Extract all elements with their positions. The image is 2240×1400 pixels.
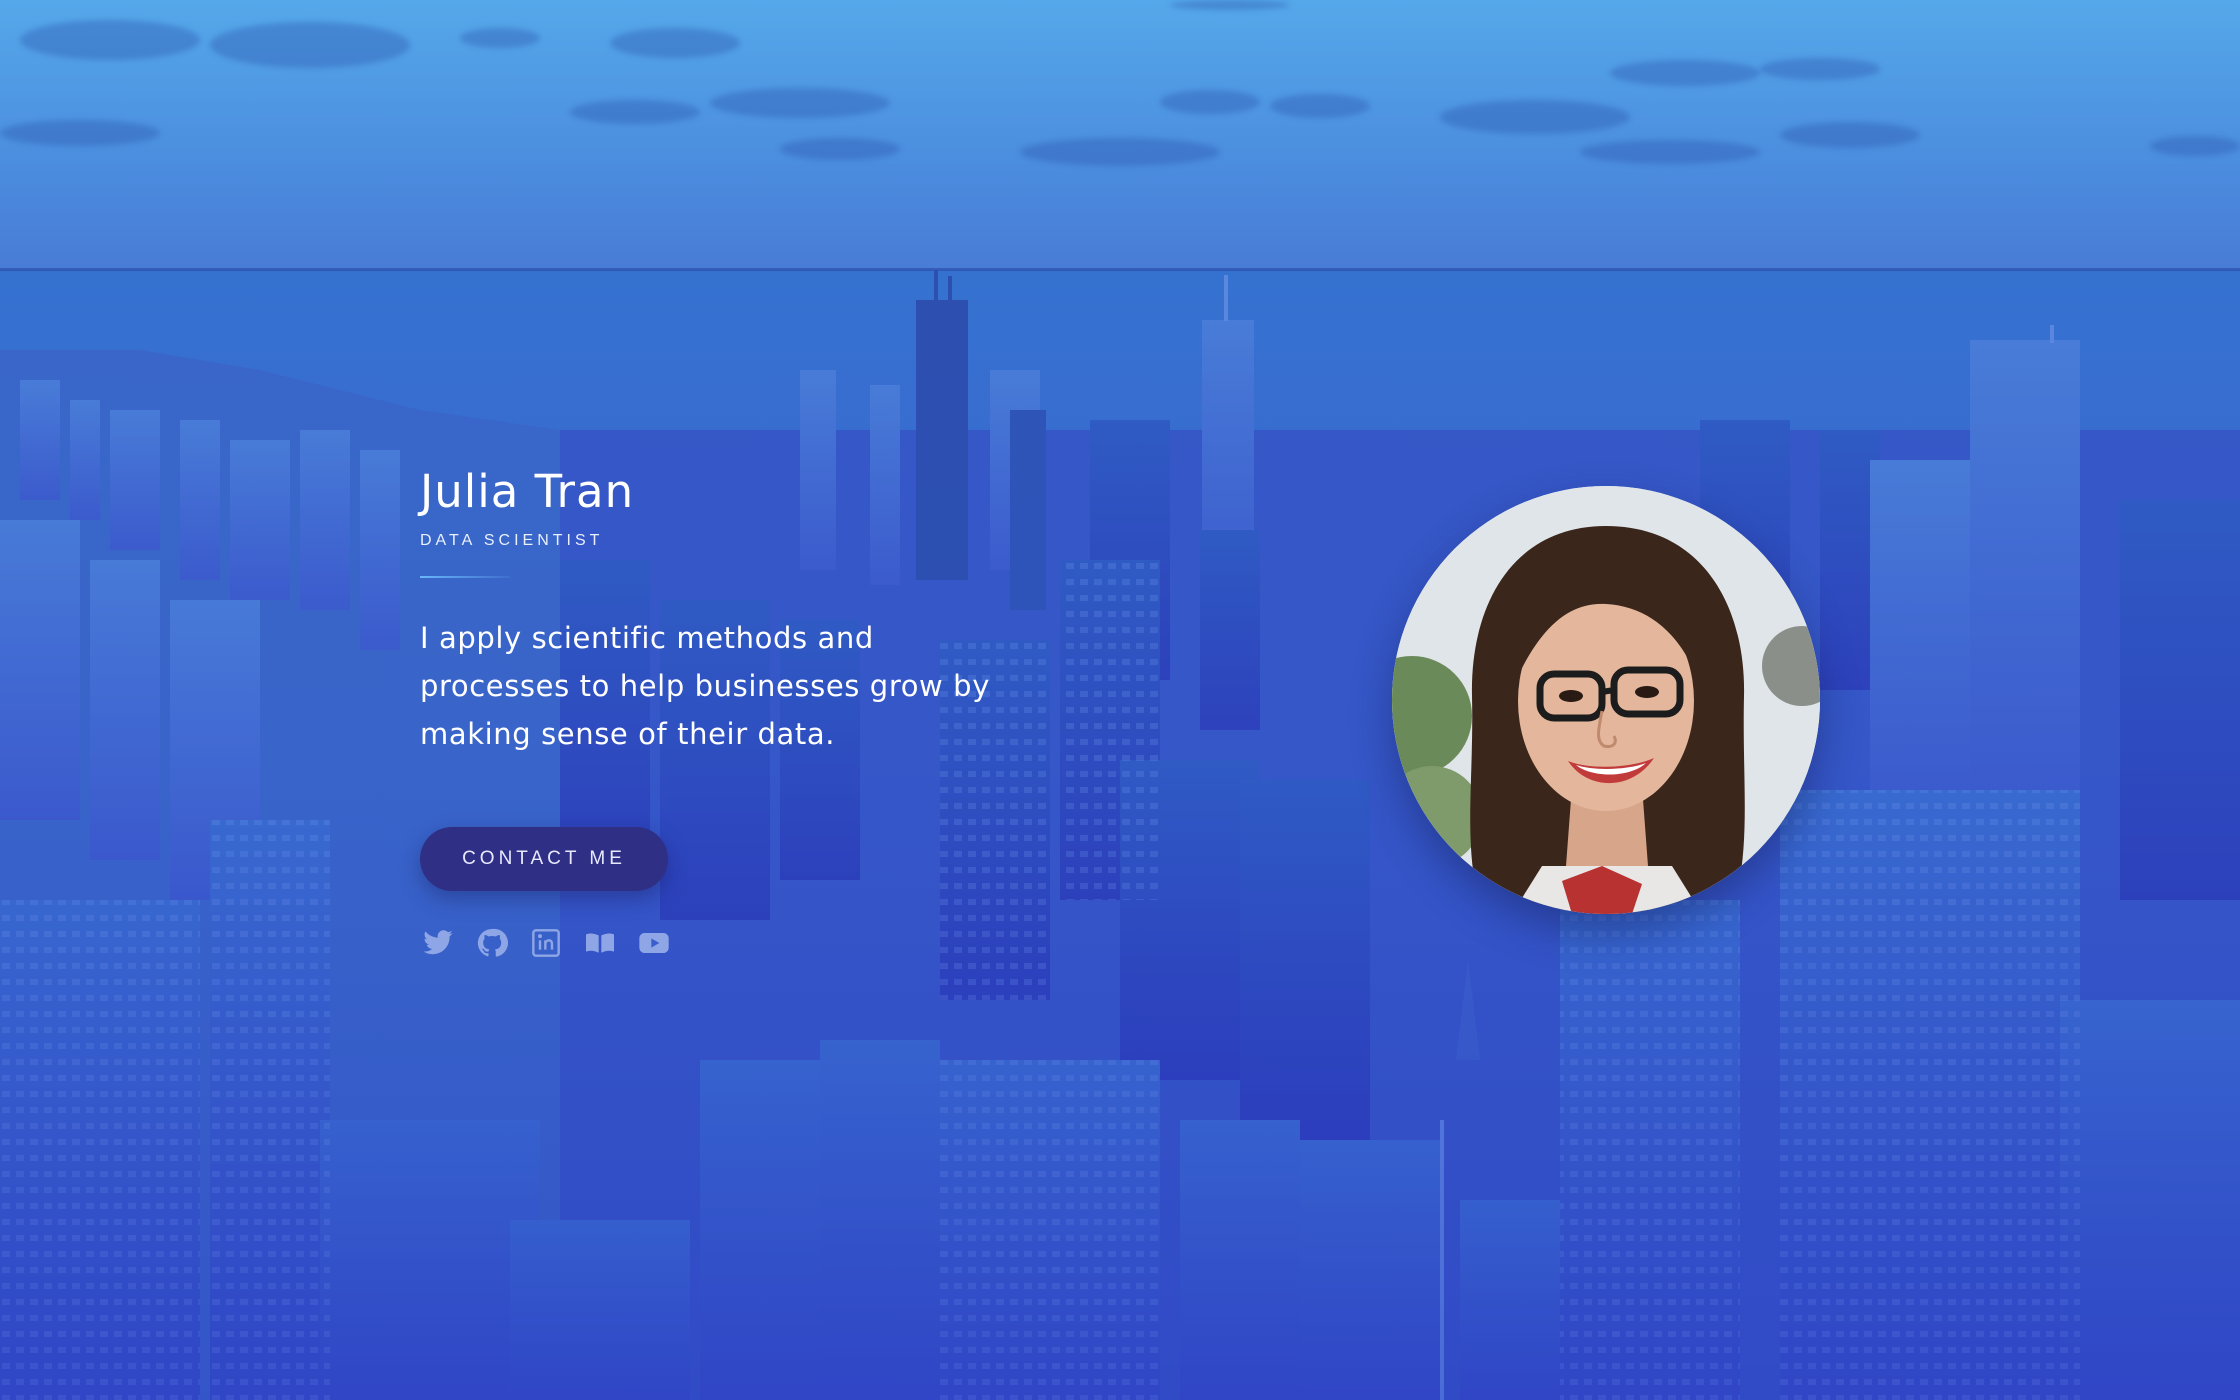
- gradient-overlay: [0, 0, 2240, 1400]
- profile-bio: I apply scientific methods and processes…: [420, 621, 990, 751]
- intro-content: Julia Tran DATA SCIENTIST I apply scient…: [420, 462, 1020, 961]
- linkedin-icon[interactable]: [528, 925, 564, 961]
- hero-section: Julia Tran DATA SCIENTIST I apply scient…: [0, 0, 2240, 1400]
- twitter-icon[interactable]: [420, 925, 456, 961]
- contact-me-button[interactable]: CONTACT ME: [420, 827, 668, 891]
- profile-name: Julia Tran: [420, 465, 635, 518]
- youtube-icon[interactable]: [636, 925, 672, 961]
- profile-photo: [1392, 486, 1820, 914]
- title-divider: [420, 576, 510, 578]
- github-icon[interactable]: [474, 925, 510, 961]
- book-icon[interactable]: [582, 925, 618, 961]
- social-links: [420, 925, 1020, 961]
- profile-role: DATA SCIENTIST: [420, 532, 604, 549]
